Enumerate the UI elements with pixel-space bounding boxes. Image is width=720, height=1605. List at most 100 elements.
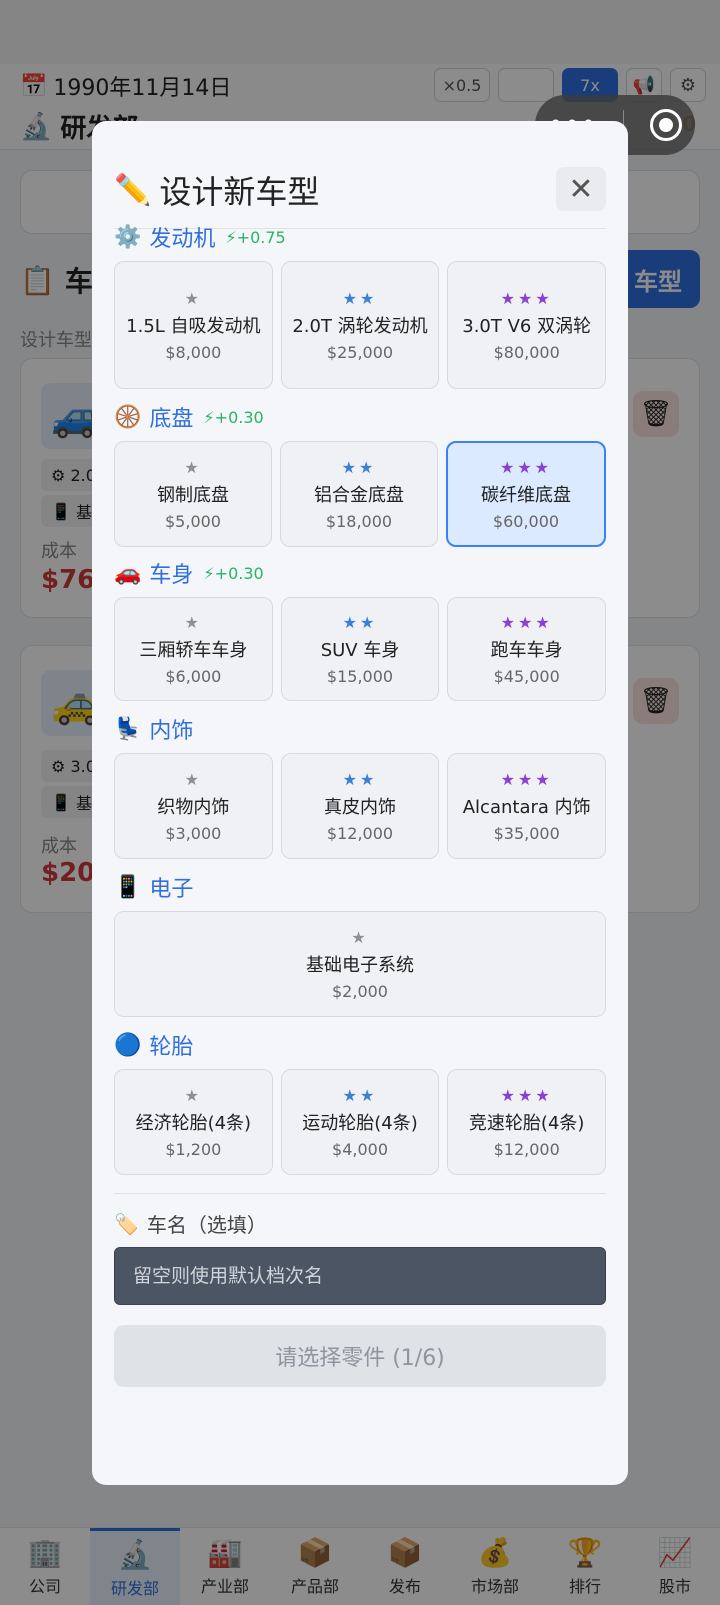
- option-card[interactable]: ★ 织物内饰 $3,000: [114, 753, 273, 859]
- option-name: 钢制底盘: [157, 484, 229, 506]
- option-card[interactable]: ★ 经济轮胎(4条) $1,200: [114, 1069, 273, 1175]
- option-price: $12,000: [326, 823, 394, 843]
- chassis-options: ★ 钢制底盘 $5,000 ★★ 铝合金底盘 $18,000 ★★★ 碳纤维底盘…: [114, 441, 606, 547]
- option-name: 铝合金底盘: [314, 484, 404, 506]
- submit-button[interactable]: 请选择零件 (1/6): [114, 1325, 606, 1387]
- star-rating: ★: [184, 612, 202, 632]
- option-price: $2,000: [332, 981, 388, 1001]
- option-card[interactable]: ★ 基础电子系统 $2,000: [114, 911, 606, 1017]
- tag-icon: 🏷️: [114, 1211, 139, 1236]
- category-name: 车身: [149, 563, 194, 588]
- bonus-value: ⚡+0.30: [203, 563, 264, 583]
- divider: [114, 1193, 606, 1194]
- star-rating: ★★: [342, 612, 378, 632]
- category-engine: ⚙️ 发动机 ⚡+0.75: [114, 221, 286, 253]
- option-card[interactable]: ★★★ 竞速轮胎(4条) $12,000: [447, 1069, 607, 1175]
- wheel-icon: 🛞: [114, 404, 142, 430]
- car-name-label: 🏷️ 车名（选填）: [114, 1209, 267, 1238]
- option-price: $8,000: [165, 342, 222, 362]
- option-card[interactable]: ★ 1.5L 自吸发动机 $8,000: [114, 261, 273, 389]
- modal-header: ✏️ 设计新车型 ✕: [114, 143, 606, 229]
- modal-title-text: 设计新车型: [159, 173, 320, 211]
- option-price: $18,000: [325, 511, 393, 531]
- bonus-value: ⚡+0.30: [203, 407, 264, 427]
- option-name: 3.0T V6 双涡轮: [462, 315, 592, 337]
- category-interior: 💺 内饰: [114, 713, 193, 745]
- category-name: 轮胎: [149, 1035, 194, 1060]
- option-price: $12,000: [493, 1139, 560, 1159]
- option-price: $35,000: [493, 823, 560, 843]
- option-card[interactable]: ★ 三厢轿车车身 $6,000: [114, 597, 273, 701]
- option-name: Alcantara 内饰: [462, 796, 591, 818]
- option-name: 2.0T 涡轮发动机: [292, 315, 428, 337]
- star-rating: ★★★: [500, 612, 553, 632]
- star-rating: ★: [184, 288, 202, 308]
- option-card[interactable]: ★★ SUV 车身 $15,000: [280, 597, 440, 701]
- category-chassis: 🛞 底盘 ⚡+0.30: [114, 401, 264, 433]
- option-price: $5,000: [165, 511, 221, 531]
- modal-title: ✏️ 设计新车型: [114, 167, 319, 213]
- car-icon: 🚗: [114, 560, 142, 586]
- star-rating: ★★: [341, 457, 377, 477]
- close-button[interactable]: ✕: [556, 167, 606, 211]
- option-price: $15,000: [326, 666, 394, 686]
- option-name: 三厢轿车车身: [139, 639, 248, 661]
- option-card[interactable]: ★★★ 跑车车身 $45,000: [447, 597, 607, 701]
- category-name: 发动机: [149, 227, 216, 252]
- option-card[interactable]: ★★ 2.0T 涡轮发动机 $25,000: [280, 261, 440, 389]
- option-card[interactable]: ★★ 铝合金底盘 $18,000: [280, 441, 438, 547]
- bonus-value: ⚡+0.75: [225, 227, 286, 247]
- option-price: $60,000: [492, 511, 560, 531]
- bonus-text: +0.75: [236, 227, 286, 247]
- option-price: $6,000: [165, 666, 222, 686]
- bonus-text: +0.30: [214, 563, 264, 583]
- option-price: $3,000: [165, 823, 222, 843]
- gear-icon: ⚙️: [114, 224, 142, 250]
- interior-options: ★ 织物内饰 $3,000 ★★ 真皮内饰 $12,000 ★★★ Alcant…: [114, 753, 607, 859]
- option-card[interactable]: ★★ 真皮内饰 $12,000: [280, 753, 440, 859]
- option-name: 经济轮胎(4条): [135, 1112, 252, 1134]
- option-name: 竞速轮胎(4条): [468, 1112, 585, 1134]
- engine-options: ★ 1.5L 自吸发动机 $8,000 ★★ 2.0T 涡轮发动机 $25,00…: [114, 261, 607, 389]
- option-name: 运动轮胎(4条): [302, 1112, 418, 1134]
- option-card[interactable]: ★★ 运动轮胎(4条) $4,000: [280, 1069, 440, 1175]
- star-rating: ★★★: [500, 769, 553, 789]
- option-price: $45,000: [493, 666, 560, 686]
- option-card-selected[interactable]: ★★★ 碳纤维底盘 $60,000: [446, 441, 606, 547]
- design-car-modal: ✏️ 设计新车型 ✕ ⚙️ 发动机 ⚡+0.75 ★ 1.5L 自吸发动机 $8…: [92, 121, 628, 1485]
- category-name: 内饰: [149, 719, 194, 744]
- star-rating: ★: [184, 457, 202, 477]
- seat-icon: 💺: [114, 716, 142, 742]
- star-rating: ★★: [342, 1085, 378, 1105]
- phone-icon: 📱: [114, 874, 142, 900]
- category-tires: 🔵 轮胎: [114, 1029, 193, 1061]
- option-price: $80,000: [493, 342, 560, 362]
- close-miniprogram-icon[interactable]: [649, 109, 682, 141]
- category-name: 电子: [149, 877, 194, 902]
- car-name-label-text: 车名（选填）: [146, 1213, 267, 1237]
- option-price: $4,000: [332, 1139, 388, 1159]
- pencil-icon: ✏️: [114, 172, 152, 208]
- tire-icon: 🔵: [114, 1032, 142, 1058]
- car-name-input[interactable]: [114, 1247, 606, 1305]
- option-card[interactable]: ★ 钢制底盘 $5,000: [114, 441, 272, 547]
- category-body: 🚗 车身 ⚡+0.30: [114, 557, 264, 589]
- option-name: 1.5L 自吸发动机: [126, 315, 261, 337]
- option-name: 碳纤维底盘: [481, 484, 571, 506]
- option-card[interactable]: ★★★ 3.0T V6 双涡轮 $80,000: [447, 261, 607, 389]
- category-electronics: 📱 电子: [114, 871, 193, 903]
- bonus-text: +0.30: [214, 407, 264, 427]
- star-rating: ★★: [342, 769, 378, 789]
- option-card[interactable]: ★★★ Alcantara 内饰 $35,000: [447, 753, 607, 859]
- electronics-options: ★ 基础电子系统 $2,000: [114, 911, 606, 1017]
- option-name: 真皮内饰: [324, 796, 396, 818]
- option-name: 织物内饰: [157, 796, 230, 818]
- category-name: 底盘: [149, 407, 194, 432]
- option-price: $1,200: [165, 1139, 222, 1159]
- star-rating: ★★★: [500, 1085, 553, 1105]
- tires-options: ★ 经济轮胎(4条) $1,200 ★★ 运动轮胎(4条) $4,000 ★★★…: [114, 1069, 607, 1175]
- star-rating: ★: [184, 769, 202, 789]
- option-name: SUV 车身: [320, 639, 400, 661]
- body-options: ★ 三厢轿车车身 $6,000 ★★ SUV 车身 $15,000 ★★★ 跑车…: [114, 597, 607, 701]
- star-rating: ★★: [342, 288, 378, 308]
